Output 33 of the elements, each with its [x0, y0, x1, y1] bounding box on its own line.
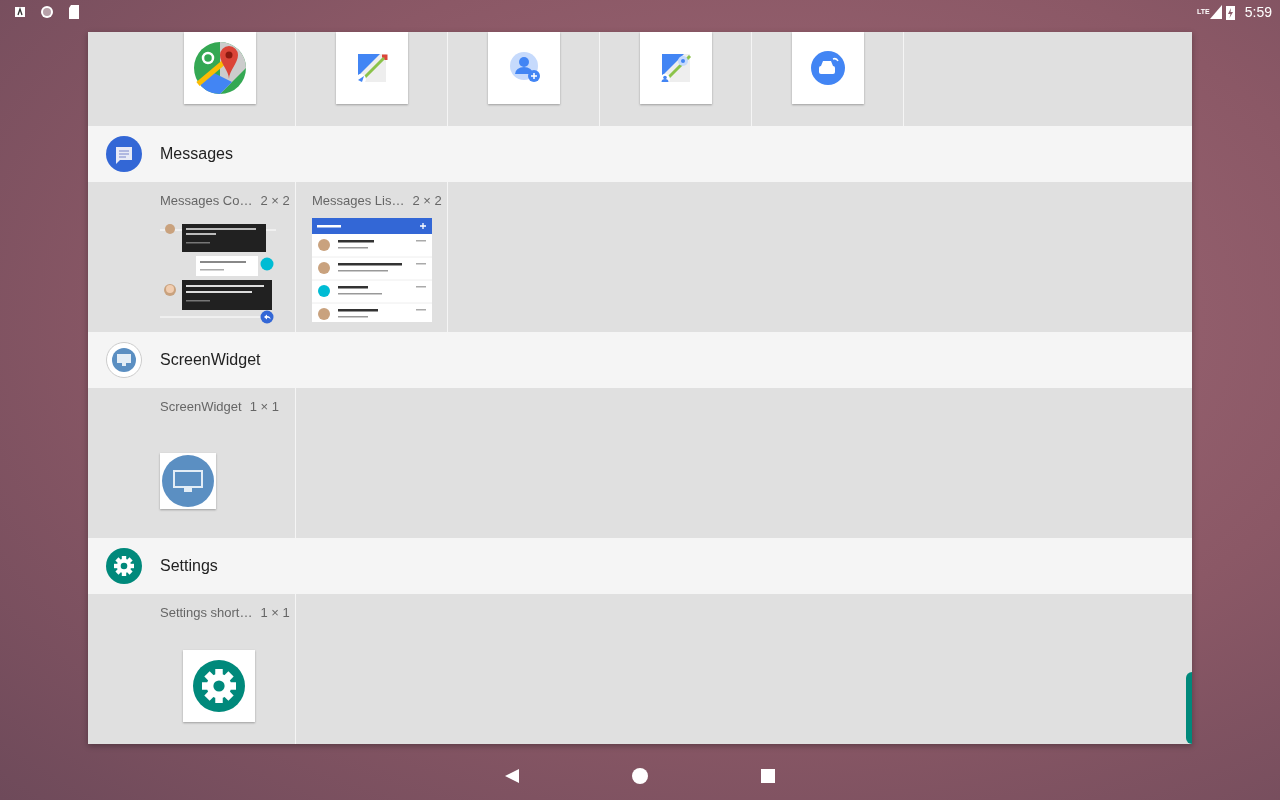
widget-name: Messages Lis…	[312, 192, 405, 208]
widget-size: 2 × 2	[260, 192, 290, 208]
widget-size: 1 × 1	[249, 398, 279, 414]
widget-preview[interactable]	[487, 32, 560, 104]
monitor-icon	[160, 453, 216, 509]
widget-name: Messages Co…	[160, 192, 253, 208]
signal-icon	[1209, 5, 1222, 19]
scroll-edge	[1186, 672, 1192, 744]
home-button[interactable]	[632, 768, 648, 784]
gear-icon	[106, 548, 142, 584]
back-button[interactable]	[504, 768, 520, 784]
app-name: ScreenWidget	[160, 351, 261, 369]
widget-preview[interactable]	[335, 32, 408, 104]
app-name: Settings	[160, 557, 218, 575]
widget-preview[interactable]	[160, 453, 216, 509]
sd-card-icon	[68, 5, 80, 19]
monitor-icon	[106, 342, 142, 378]
notification-icon	[14, 6, 26, 18]
battery-charging-icon	[1225, 4, 1235, 20]
widget-size: 1 × 1	[260, 604, 290, 620]
circle-icon	[40, 5, 54, 19]
widget-name: Settings short…	[160, 604, 253, 620]
message-icon	[106, 136, 142, 172]
widget-preview[interactable]	[183, 650, 255, 722]
widget-preview[interactable]	[791, 32, 864, 104]
widget-preview[interactable]	[639, 32, 712, 104]
clock: 5:59	[1244, 4, 1272, 20]
widget-size: 2 × 2	[412, 192, 442, 208]
widget-name: ScreenWidget	[160, 398, 242, 414]
messages-list-preview-drawing[interactable]	[312, 218, 432, 322]
app-name: Messages	[160, 145, 233, 163]
widget-preview[interactable]	[183, 32, 256, 104]
overview-button[interactable]	[760, 768, 776, 784]
